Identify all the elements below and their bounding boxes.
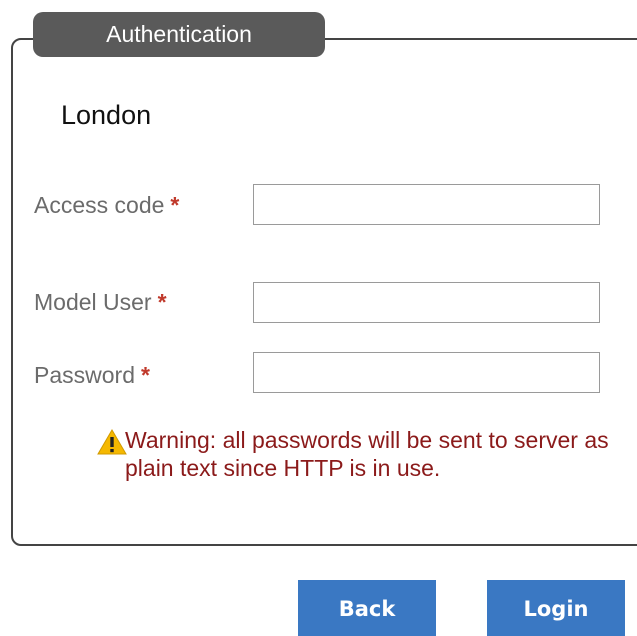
back-button[interactable]: Back bbox=[298, 580, 436, 636]
access-code-label-text: Access code bbox=[34, 192, 165, 218]
model-user-label-text: Model User bbox=[34, 289, 152, 315]
site-name: London bbox=[61, 100, 152, 130]
required-marker: * bbox=[170, 192, 180, 218]
required-marker: * bbox=[140, 362, 150, 388]
warning-triangle-icon bbox=[97, 429, 127, 455]
model-user-input[interactable] bbox=[253, 282, 600, 323]
password-label-text: Password bbox=[34, 362, 135, 388]
authentication-dialog: Authentication London Access code * Model… bbox=[0, 0, 637, 636]
password-input[interactable] bbox=[253, 352, 600, 393]
password-label: Password * bbox=[34, 362, 150, 389]
warning-message: Warning: all passwords will be sent to s… bbox=[125, 427, 609, 481]
model-user-label: Model User * bbox=[34, 289, 167, 316]
access-code-label: Access code * bbox=[34, 192, 179, 219]
panel-title: Authentication bbox=[33, 12, 325, 57]
required-marker: * bbox=[157, 289, 167, 315]
login-button[interactable]: Login bbox=[487, 580, 625, 636]
access-code-input[interactable] bbox=[253, 184, 600, 225]
